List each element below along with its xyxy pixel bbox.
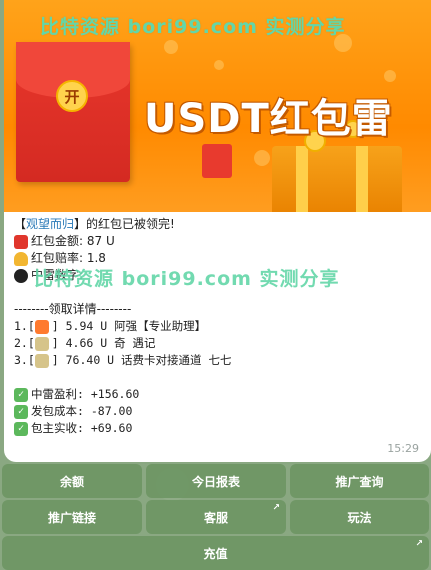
summary-profit: ✓ 中雷盈利: +156.60 (14, 386, 424, 403)
referral-link-button[interactable]: 推广链接 (2, 500, 142, 534)
owner-link[interactable]: 观望而归 (26, 216, 74, 233)
inline-keyboard: 余额 今日报表 推广查询 推广链接 客服 ↗ 玩法 充值 ↗ (0, 462, 431, 570)
money-icon (34, 353, 49, 368)
claim-row: 2.[ ] 4.66 U 奇 遇记 (14, 336, 156, 351)
external-link-icon: ↗ (415, 539, 423, 549)
gift-box-icon (272, 146, 402, 212)
message-time: 15:29 (387, 442, 419, 455)
small-envelope-icon (202, 144, 232, 178)
message-line-header: 【 观望而归 】的红包已被领完! (14, 216, 175, 233)
deposit-button[interactable]: 充值 ↗ (2, 536, 429, 570)
daily-report-button[interactable]: 今日报表 (146, 464, 286, 498)
banner-title: USDT红包雷 (144, 96, 393, 142)
money-icon (34, 336, 49, 351)
red-packet-banner: 比特资源 bori99.com 实测分享 开 USDT红包雷 (4, 0, 431, 212)
support-button[interactable]: 客服 ↗ (146, 500, 286, 534)
external-link-icon: ↗ (272, 503, 280, 513)
summary-net: ✓ 包主实收: +69.60 (14, 420, 424, 437)
summary-cost: ✓ 发包成本: -87.00 (14, 403, 424, 420)
red-envelope-icon: 开 (16, 42, 130, 182)
message-text: 【 观望而归 】的红包已被领完! 红包金额: 87 U 红包赔率: 1.8 中雷… (14, 216, 424, 437)
rules-button[interactable]: 玩法 (290, 500, 429, 534)
claim-row: 1.[ ] 5.94 U 阿强【专业助理】 (14, 319, 207, 334)
watermark-top: 比特资源 bori99.com 实测分享 (40, 16, 346, 38)
watermark-overlay: 比特资源 bori99.com 实测分享 (34, 268, 340, 290)
message-bubble: 比特资源 bori99.com 实测分享 开 USDT红包雷 【 观望而归 】的… (4, 0, 431, 462)
balance-button[interactable]: 余额 (2, 464, 142, 498)
boom-icon (34, 319, 49, 334)
check-icon: ✓ (14, 387, 28, 402)
check-icon: ✓ (14, 421, 28, 436)
referral-query-button[interactable]: 推广查询 (290, 464, 429, 498)
envelope-seal: 开 (56, 80, 88, 112)
bomb-icon (14, 268, 28, 283)
claim-row: 3.[ ] 76.40 U 话费卡对接通道 七七 (14, 353, 232, 368)
amount-line: 红包金额: 87 U (14, 233, 424, 250)
bell-icon (14, 251, 28, 266)
clock-icon (14, 234, 28, 249)
details-header: --------领取详情-------- (14, 302, 132, 316)
check-icon: ✓ (14, 404, 28, 419)
